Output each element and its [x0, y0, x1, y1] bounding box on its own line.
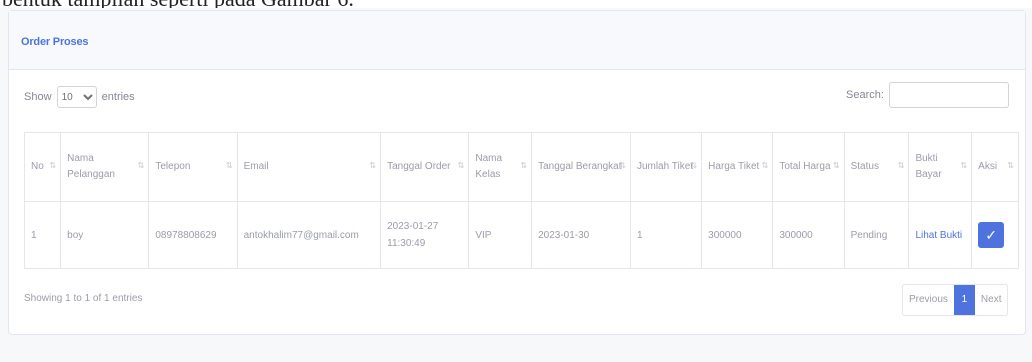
cell-nama-pelanggan: boy: [60, 201, 150, 269]
column-header-tanggal-berangkat[interactable]: Tanggal Berangkat ⇅: [531, 132, 631, 202]
entries-length: Show 10 entries: [24, 86, 135, 108]
next-button[interactable]: Next: [975, 285, 1008, 315]
column-header-bukti-bayar[interactable]: Bukti Bayar ⇅: [908, 132, 973, 202]
cell-tanggal-berangkat: 2023-01-30: [531, 201, 631, 269]
order-table: No ⇅ Nama Pelanggan ⇅ Telepon ⇅ Email ⇅ Tang…: [23, 132, 1019, 269]
cell-bukti-bayar: Lihat Bukti: [908, 201, 973, 269]
sort-icon: ⇅: [761, 161, 769, 170]
search-box: Search:: [846, 82, 1009, 108]
table-header-row: No ⇅ Nama Pelanggan ⇅ Telepon ⇅ Email ⇅ Tang…: [23, 132, 1019, 202]
pagination: Previous 1 Next: [902, 284, 1009, 316]
column-header-status[interactable]: Status ⇅: [843, 132, 910, 202]
column-header-nama-pelanggan[interactable]: Nama Pelanggan ⇅: [60, 132, 150, 202]
cell-no: 1: [23, 201, 62, 269]
sort-icon: ⇅: [369, 161, 377, 170]
table-info: Showing 1 to 1 of 1 entries: [24, 293, 143, 304]
cell-nama-kelas: VIP: [468, 201, 533, 269]
previous-button[interactable]: Previous: [903, 285, 954, 315]
sort-icon: ⇅: [690, 161, 698, 170]
sort-icon: ⇅: [457, 161, 465, 170]
column-header-aksi[interactable]: Aksi ⇅: [971, 132, 1019, 202]
sort-icon: ⇅: [1007, 161, 1014, 170]
table-row: 1 boy 08978808629 antokhalim77@gmail.com…: [23, 201, 1019, 269]
cell-total-harga: 300000: [772, 201, 845, 269]
cell-email: antokhalim77@gmail.com: [236, 201, 382, 269]
document-caption: bentuk tampilan seperti pada Gambar 6.: [2, 0, 354, 8]
column-header-telepon[interactable]: Telepon ⇅: [148, 132, 238, 202]
card-title: Order Proses: [21, 36, 89, 48]
document-caption-strip: bentuk tampilan seperti pada Gambar 6.: [0, 0, 1032, 8]
cell-status: Pending: [843, 201, 910, 269]
check-icon[interactable]: ✓: [978, 222, 1005, 248]
cell-tanggal-order: 2023-01-27 11:30:49: [380, 201, 470, 269]
column-header-nama-kelas[interactable]: Nama Kelas ⇅: [468, 132, 533, 202]
sort-icon: ⇅: [960, 161, 968, 170]
cell-aksi: ✓: [971, 201, 1019, 269]
column-header-jumlah-tiket[interactable]: Jumlah Tiket ⇅: [629, 132, 703, 202]
column-header-tanggal-order[interactable]: Tanggal Order ⇅: [380, 132, 470, 202]
cell-jumlah-tiket: 1: [629, 201, 703, 269]
page-button-1[interactable]: 1: [953, 285, 975, 315]
card-header: Order Proses: [9, 11, 1025, 70]
sort-icon: ⇅: [137, 161, 145, 170]
search-input[interactable]: [889, 82, 1009, 108]
sort-icon: ⇅: [225, 161, 233, 170]
sort-icon: ⇅: [49, 161, 57, 170]
sort-icon: ⇅: [619, 161, 626, 170]
search-label: Search:: [846, 88, 884, 101]
entries-label: entries: [101, 90, 135, 103]
column-header-harga-tiket[interactable]: Harga Tiket ⇅: [701, 132, 774, 202]
lihat-bukti-link[interactable]: Lihat Bukti: [915, 230, 962, 241]
cell-telepon: 08978808629: [148, 201, 238, 269]
column-header-email[interactable]: Email ⇅: [236, 132, 382, 202]
cell-harga-tiket: 300000: [701, 201, 774, 269]
sort-icon: ⇅: [520, 161, 528, 170]
show-label: Show: [24, 90, 52, 103]
sort-icon: ⇅: [897, 161, 905, 170]
sort-icon: ⇅: [832, 161, 840, 170]
column-header-total-harga[interactable]: Total Harga ⇅: [772, 132, 845, 202]
column-header-no[interactable]: No ⇅: [23, 132, 62, 202]
page-size-select[interactable]: 10: [56, 86, 97, 108]
table-controls: Show 10 entries Search:: [24, 82, 1009, 108]
